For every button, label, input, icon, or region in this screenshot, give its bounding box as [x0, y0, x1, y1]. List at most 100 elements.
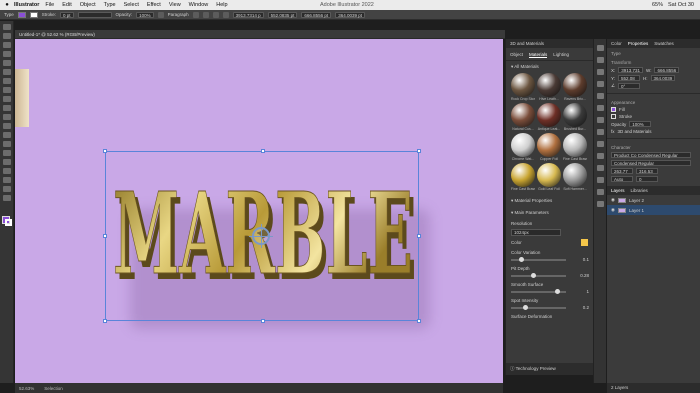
- symbols-icon[interactable]: [596, 81, 604, 87]
- bbox-handle-left[interactable]: [103, 234, 107, 238]
- variable-width-profile[interactable]: [77, 11, 112, 18]
- transparency-icon[interactable]: [596, 129, 604, 135]
- pit-depth-knob[interactable]: [531, 273, 536, 278]
- eyedropper-tool-icon[interactable]: [2, 168, 11, 174]
- pit-depth-value[interactable]: 0.28: [580, 273, 589, 278]
- material-swatch[interactable]: Antique Leat...: [537, 103, 561, 131]
- main-parameters-header[interactable]: ▾ Main Parameters: [506, 207, 593, 219]
- zoom-tool-icon[interactable]: [2, 195, 11, 201]
- line-tool-icon[interactable]: [2, 78, 11, 84]
- tab-lighting[interactable]: Lighting: [553, 52, 569, 58]
- stroke-swatch[interactable]: [29, 11, 38, 18]
- hand-tool-icon[interactable]: [2, 186, 11, 192]
- opacity-field-right[interactable]: 100%: [629, 121, 652, 127]
- character-icon[interactable]: [157, 11, 164, 18]
- transform-reference-icon[interactable]: [222, 11, 229, 18]
- curvature-tool-icon[interactable]: [2, 60, 11, 66]
- material-swatch[interactable]: Fine Cast Brass: [563, 133, 587, 161]
- kerning-field[interactable]: Auto: [611, 176, 633, 182]
- material-swatch[interactable]: Brushed Bur...: [563, 103, 587, 131]
- color-variation-slider[interactable]: [511, 257, 566, 262]
- magic-wand-tool-icon[interactable]: [2, 42, 11, 48]
- menu-edit[interactable]: Edit: [62, 2, 71, 8]
- layer-row[interactable]: ◉ Layer 2: [607, 195, 700, 205]
- bbox-handle-right[interactable]: [417, 234, 421, 238]
- menu-help[interactable]: Help: [216, 2, 227, 8]
- smooth-surface-slider[interactable]: [511, 289, 566, 294]
- battery-status[interactable]: 65%: [652, 2, 663, 8]
- selection-tool-icon[interactable]: [2, 24, 11, 30]
- material-swatch[interactable]: Chrome Wat...: [511, 133, 535, 161]
- stroke-chip[interactable]: [611, 114, 616, 119]
- color-variation-value[interactable]: 0.1: [583, 257, 589, 262]
- bbox-handle-top-left[interactable]: [103, 149, 107, 153]
- stroke-icon[interactable]: [596, 105, 604, 111]
- material-swatch[interactable]: Natural Cus...: [511, 103, 535, 131]
- spot-intensity-knob[interactable]: [523, 305, 528, 310]
- appearance-icon[interactable]: [596, 141, 604, 147]
- y-field[interactable]: 552.0835 pt: [267, 11, 298, 18]
- shape-builder-tool-icon[interactable]: [2, 159, 11, 165]
- type-tool-icon[interactable]: [2, 69, 11, 75]
- spot-intensity-slider[interactable]: [511, 305, 566, 310]
- tab-materials[interactable]: Materials: [529, 52, 548, 58]
- paragraph-panel-icon[interactable]: [596, 189, 604, 195]
- all-materials-header[interactable]: ▾ All Materials: [506, 61, 593, 73]
- graphic-styles-icon[interactable]: [596, 93, 604, 99]
- pathfinder-icon[interactable]: [596, 165, 604, 171]
- bbox-handle-bottom-left[interactable]: [103, 319, 107, 323]
- pit-depth-slider[interactable]: [511, 273, 566, 278]
- tracking-field[interactable]: 0: [636, 176, 658, 182]
- x-field[interactable]: 3913.7314 p: [232, 11, 264, 18]
- brushes-icon[interactable]: [596, 69, 604, 75]
- menu-effect[interactable]: Effect: [147, 2, 161, 8]
- layer-row[interactable]: ◉ Layer 1: [607, 205, 700, 215]
- artboard-canvas[interactable]: MARBLE MARBLE: [15, 39, 503, 383]
- rotate-tool-icon[interactable]: [2, 123, 11, 129]
- font-family-select[interactable]: Product Co Condensed Regular: [611, 152, 691, 158]
- menu-view[interactable]: View: [169, 2, 181, 8]
- fill-chip[interactable]: [611, 107, 616, 112]
- apple-icon[interactable]: ●: [0, 2, 14, 8]
- direct-selection-tool-icon[interactable]: [2, 33, 11, 39]
- transform-y-field[interactable]: 552.08: [618, 75, 641, 81]
- menu-select[interactable]: Select: [124, 2, 139, 8]
- scale-tool-icon[interactable]: [2, 132, 11, 138]
- app-menu[interactable]: Illustrator: [14, 2, 39, 8]
- transform-h-field[interactable]: 364.0039: [650, 75, 676, 81]
- material-color-chip[interactable]: [581, 239, 588, 246]
- material-swatch[interactable]: Copper Foil: [537, 133, 561, 161]
- bbox-handle-top[interactable]: [261, 149, 265, 153]
- align-right-icon[interactable]: [212, 11, 219, 18]
- menu-type[interactable]: Type: [104, 2, 116, 8]
- clock[interactable]: Sat Oct 30: [668, 2, 694, 8]
- tab-libraries[interactable]: Libraries: [631, 186, 648, 195]
- bbox-handle-top-right[interactable]: [417, 149, 421, 153]
- align-left-icon[interactable]: [192, 11, 199, 18]
- libraries-icon[interactable]: [596, 45, 604, 51]
- tab-layers[interactable]: Layers: [611, 186, 625, 195]
- glyphs-icon[interactable]: [596, 201, 604, 207]
- material-properties-header[interactable]: ▾ Material Properties: [506, 195, 593, 207]
- visibility-eye-icon[interactable]: ◉: [611, 207, 615, 213]
- eraser-tool-icon[interactable]: [2, 114, 11, 120]
- h-field[interactable]: 364.0039 pt: [335, 11, 365, 18]
- visibility-eye-icon[interactable]: ◉: [611, 197, 615, 203]
- technology-preview-bar[interactable]: ⓘ Technology Preview: [506, 363, 594, 375]
- stroke-weight-field[interactable]: 0 pt: [60, 11, 74, 18]
- smooth-surface-knob[interactable]: [555, 289, 560, 294]
- tab-swatches[interactable]: Swatches: [654, 39, 674, 48]
- menu-file[interactable]: File: [45, 2, 54, 8]
- layer-name[interactable]: Layer 1: [629, 208, 644, 213]
- tab-color[interactable]: Color: [611, 39, 622, 48]
- tab-object[interactable]: Object: [510, 52, 523, 58]
- w-field[interactable]: 666.8556 pt: [301, 11, 332, 18]
- bbox-handle-bottom-right[interactable]: [417, 319, 421, 323]
- blend-tool-icon[interactable]: [2, 177, 11, 183]
- paintbrush-tool-icon[interactable]: [2, 96, 11, 102]
- align-icon[interactable]: [596, 153, 604, 159]
- material-swatch[interactable]: Fine Cast Brass: [511, 163, 535, 191]
- rectangle-tool-icon[interactable]: [2, 87, 11, 93]
- document-tab[interactable]: Untitled-1* @ 52.62 % (RGB/Preview): [15, 30, 505, 39]
- material-swatch[interactable]: Gold Leaf Foil: [537, 163, 561, 191]
